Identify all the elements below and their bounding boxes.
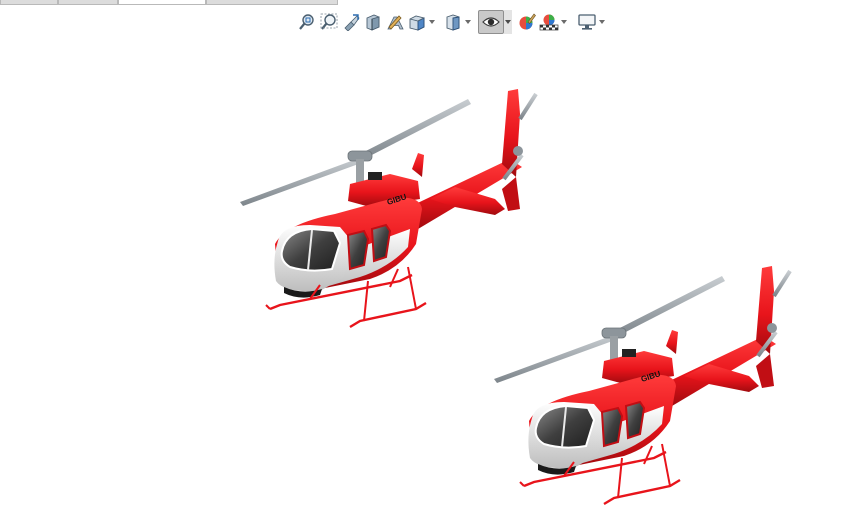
document-tab-strip (0, 0, 338, 6)
previous-view-icon (344, 14, 360, 31)
view-orientation-icon (409, 15, 425, 31)
view-settings-dropdown[interactable] (598, 10, 606, 34)
chevron-down-icon (561, 20, 567, 24)
hide-show-items-dropdown[interactable] (504, 10, 512, 34)
chevron-down-icon (599, 20, 605, 24)
section-view-button[interactable] (362, 10, 384, 34)
previous-view-button[interactable] (340, 10, 362, 34)
hide-show-items-button[interactable] (478, 10, 504, 34)
display-style-button[interactable] (442, 10, 464, 34)
document-tab-2[interactable] (58, 0, 118, 5)
apply-scene-button[interactable] (538, 10, 560, 34)
apply-scene-dropdown[interactable] (560, 10, 568, 34)
monitor-icon (578, 14, 596, 30)
document-tab-3[interactable] (118, 0, 206, 5)
view-orientation-button[interactable] (406, 10, 428, 34)
helicopter-model-2[interactable]: GIBU (494, 236, 804, 511)
dynamic-annotation-icon (387, 15, 404, 30)
chevron-down-icon (505, 20, 511, 24)
view-settings-button[interactable] (576, 10, 598, 34)
heads-up-view-toolbar (296, 9, 606, 35)
chevron-down-icon (465, 20, 471, 24)
section-view-icon (366, 14, 380, 31)
display-style-icon (446, 14, 460, 31)
document-tab-1[interactable] (0, 0, 58, 5)
view-orientation-dropdown[interactable] (428, 10, 436, 34)
display-style-dropdown[interactable] (464, 10, 472, 34)
chevron-down-icon (429, 20, 435, 24)
document-tab-4[interactable] (206, 0, 338, 5)
edit-appearance-button[interactable] (516, 10, 538, 34)
zoom-to-area-button[interactable] (318, 10, 340, 34)
graphics-area[interactable]: GIBU GIBU (0, 36, 848, 506)
eye-icon (482, 17, 500, 27)
zoom-to-fit-button[interactable] (296, 10, 318, 34)
dynamic-annotation-button[interactable] (384, 10, 406, 34)
zoom-to-area-icon (320, 13, 338, 30)
zoom-to-fit-icon (299, 14, 314, 30)
apply-scene-icon (539, 14, 559, 31)
edit-appearance-icon (519, 13, 536, 30)
